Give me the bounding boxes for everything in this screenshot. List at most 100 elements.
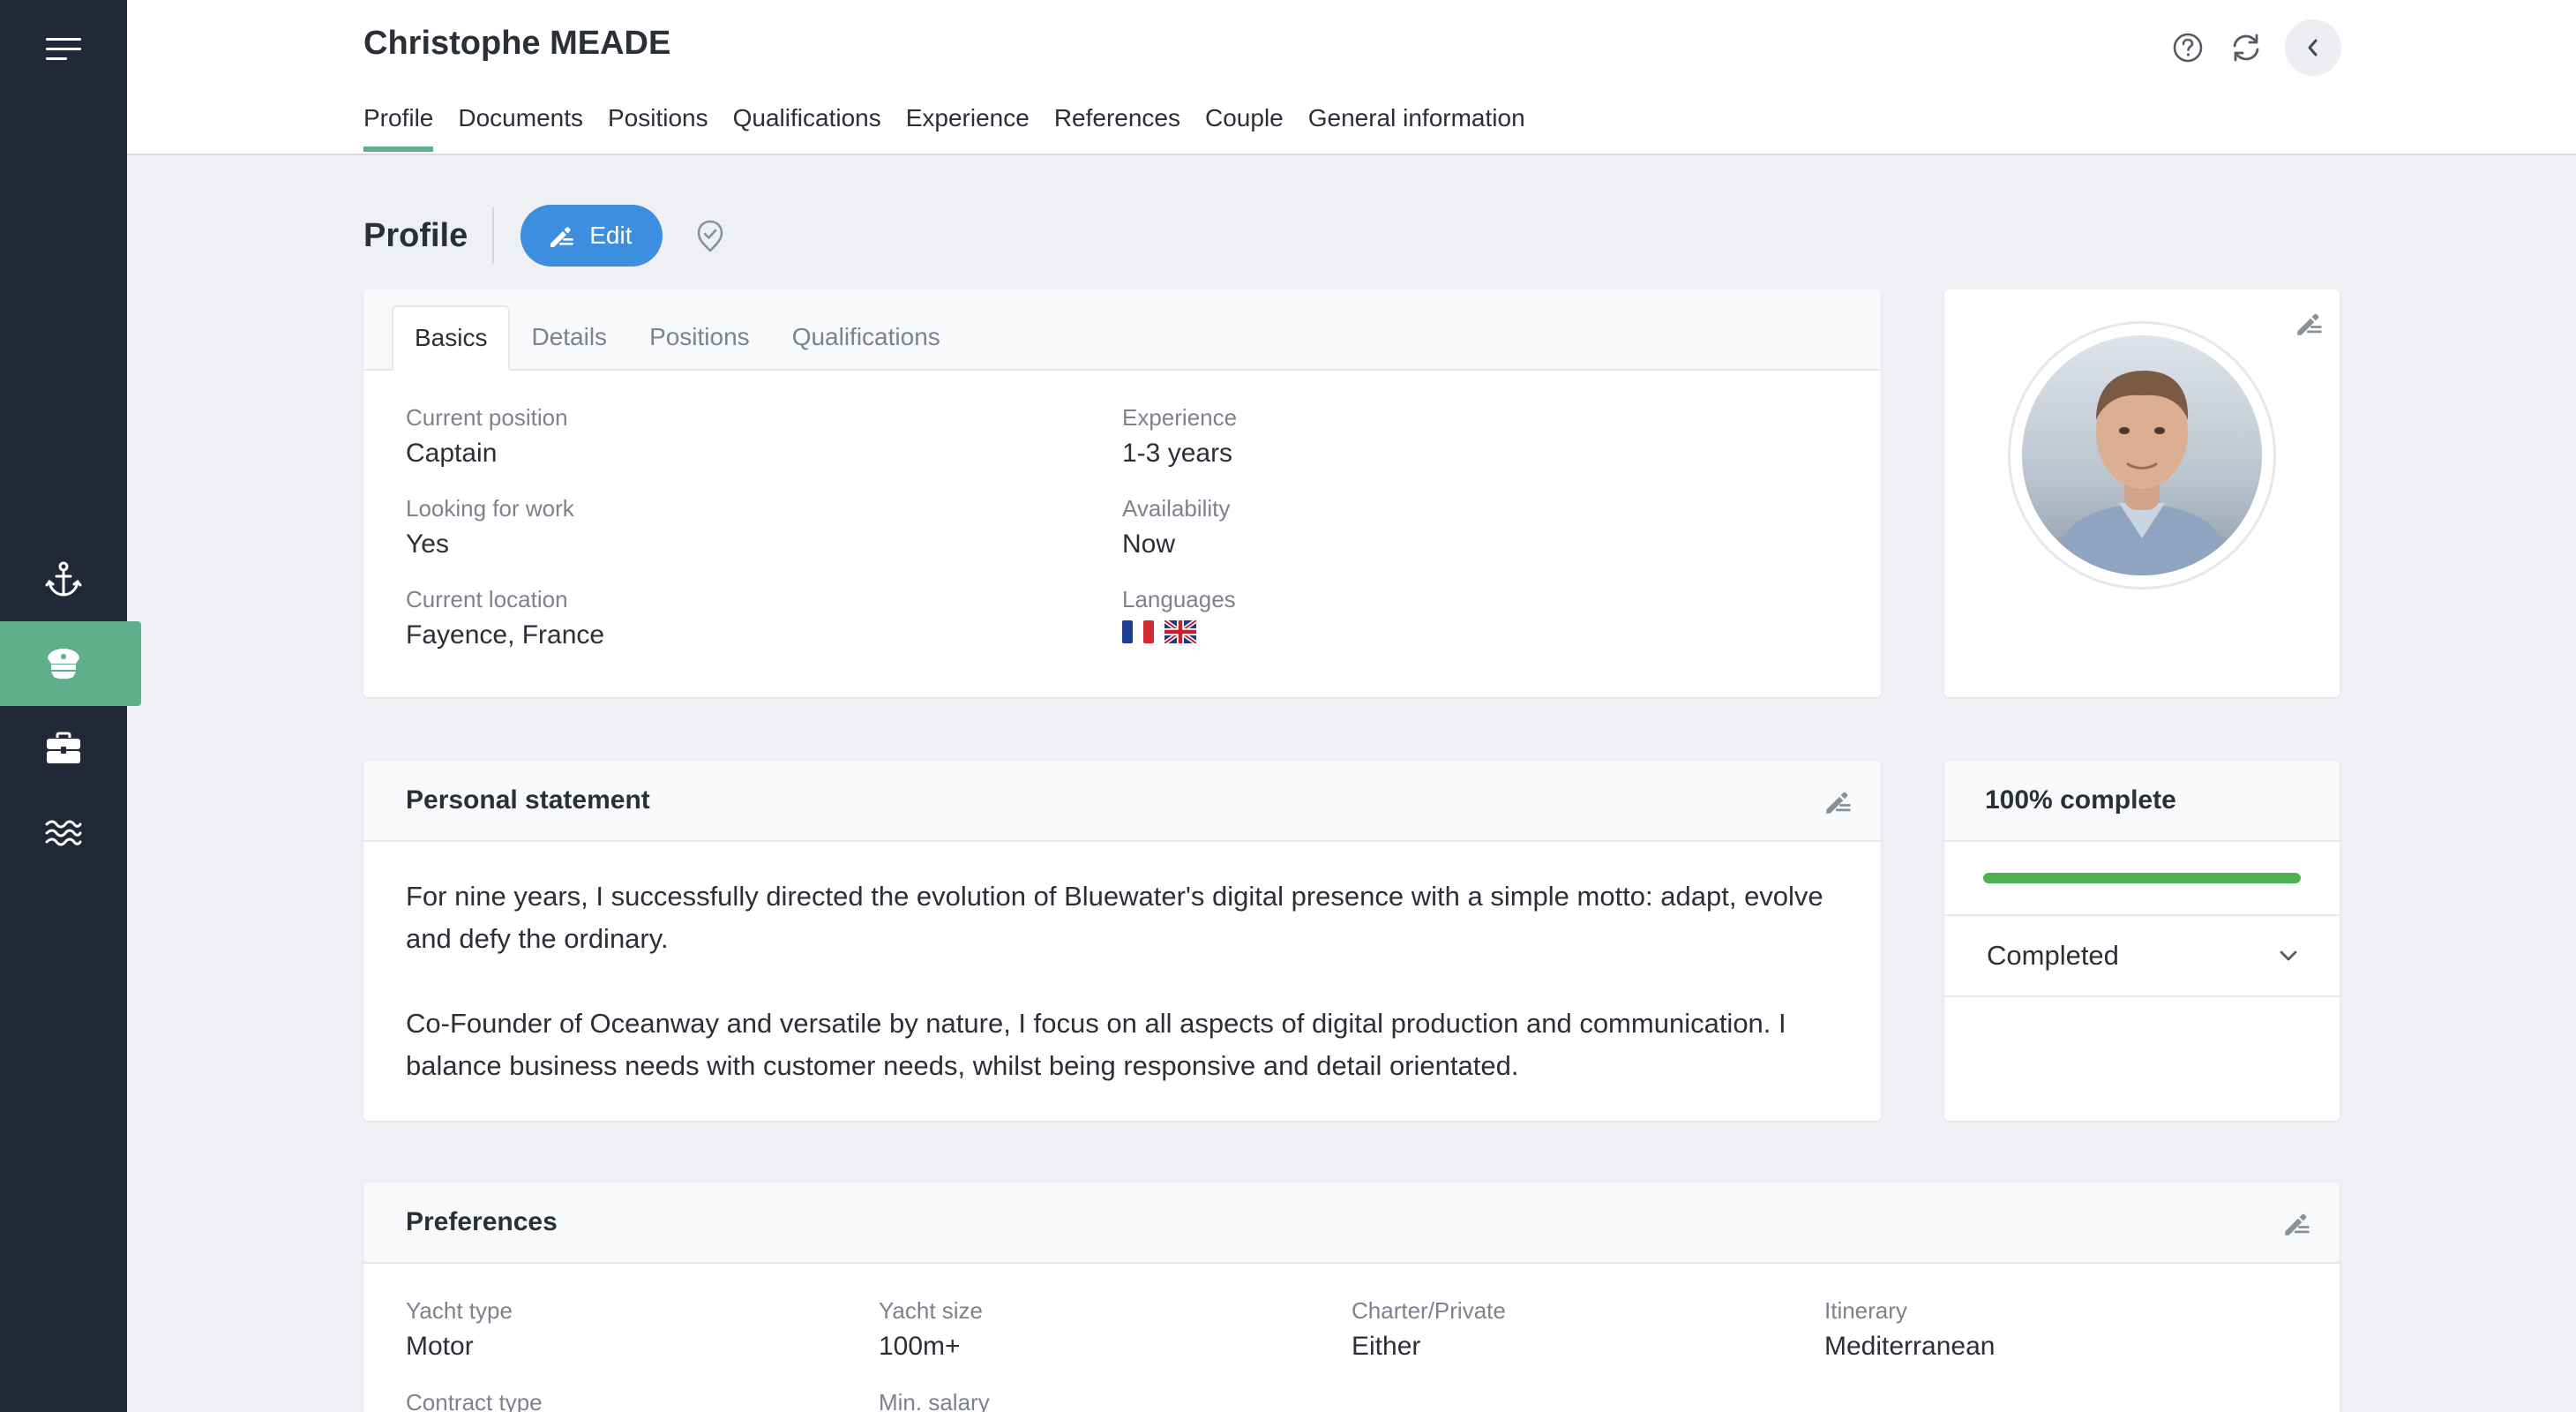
field-value: Now [1122, 530, 1176, 559]
field-yacht-size: Yacht size 100m+ [879, 1297, 983, 1362]
field-charter-private: Charter/Private Either [1352, 1297, 1506, 1362]
field-availability: Availability Now [1122, 495, 1230, 560]
field-label: Current location [406, 586, 568, 612]
edit-button[interactable]: Edit [520, 205, 663, 267]
menu-icon [46, 38, 81, 60]
top-header: Christophe MEADE Profile Documents Posit… [127, 0, 2576, 155]
edit-pen-icon [550, 227, 574, 247]
field-value: 100m+ [879, 1332, 961, 1361]
chevron-down-icon [2280, 950, 2297, 961]
field-value: Yes [406, 530, 449, 559]
field-value: Fayence, France [406, 620, 605, 650]
refresh-button[interactable] [2227, 28, 2265, 67]
briefcase-icon [47, 732, 80, 763]
avatar-photo [2022, 335, 2262, 575]
sidebar-item-anchor[interactable] [0, 537, 127, 621]
avatar [2008, 321, 2276, 590]
preferences-card: Preferences Yacht type Motor Yacht size … [363, 1183, 2340, 1412]
field-value: 1-3 years [1122, 439, 1233, 468]
card-header: 100% complete [1944, 761, 2340, 842]
flag-france-icon [1122, 620, 1154, 643]
edit-preferences-icon[interactable] [2281, 1207, 2313, 1239]
verified-badge-icon[interactable] [693, 218, 728, 253]
main-tabs: Profile Documents Positions Qualificatio… [363, 104, 1538, 152]
field-itinerary: Itinerary Mediterranean [1824, 1297, 1995, 1362]
edit-photo-icon[interactable] [2294, 307, 2325, 339]
edit-statement-icon[interactable] [1823, 785, 1854, 817]
field-label: Experience [1122, 404, 1238, 431]
field-contract-type: Contract type [406, 1389, 543, 1412]
field-label: Charter/Private [1352, 1297, 1506, 1324]
field-looking-for-work: Looking for work Yes [406, 495, 574, 560]
field-yacht-type: Yacht type Motor [406, 1297, 513, 1362]
tab-positions[interactable]: Positions [595, 104, 721, 152]
field-label: Looking for work [406, 495, 574, 522]
back-button[interactable] [2285, 19, 2341, 76]
subtab-basics[interactable]: Basics [392, 305, 511, 371]
edit-button-label: Edit [589, 222, 633, 249]
card-header: Preferences [363, 1183, 2340, 1264]
tab-documents[interactable]: Documents [446, 104, 595, 152]
header-actions [2168, 19, 2341, 76]
field-label: Min. salary [879, 1389, 990, 1412]
card-title: Preferences [406, 1207, 558, 1236]
anchor-icon [45, 561, 82, 597]
menu-button[interactable] [0, 7, 127, 92]
profile-basics-card: Basics Details Positions Qualifications … [363, 289, 1881, 697]
field-label: Current position [406, 404, 568, 431]
field-current-position: Current position Captain [406, 404, 568, 469]
captain-hat-icon [48, 649, 79, 680]
field-value: Captain [406, 439, 498, 468]
field-value: Either [1352, 1332, 1421, 1361]
field-label: Itinerary [1824, 1297, 1907, 1324]
section-header: Profile Edit [363, 205, 728, 267]
help-button[interactable] [2168, 28, 2207, 67]
sidebar-item-crew[interactable] [0, 621, 141, 706]
tab-profile[interactable]: Profile [363, 104, 446, 152]
tab-qualifications[interactable]: Qualifications [721, 104, 894, 152]
field-label: Contract type [406, 1389, 543, 1412]
sidebar [0, 0, 141, 1412]
subtab-positions[interactable]: Positions [628, 305, 771, 369]
tab-couple[interactable]: Couple [1193, 104, 1296, 152]
flag-uk-icon [1164, 620, 1196, 643]
language-flags [1122, 620, 1236, 643]
subtab-qualifications[interactable]: Qualifications [771, 305, 962, 369]
personal-statement-card: Personal statement For nine years, I suc… [363, 761, 1881, 1121]
statement-paragraph: For nine years, I successfully directed … [406, 881, 1823, 954]
field-label: Availability [1122, 495, 1231, 522]
field-label: Languages [1122, 586, 1236, 612]
subtab-details[interactable]: Details [510, 305, 628, 369]
page-title: Christophe MEADE [363, 25, 671, 62]
progress-fill [1983, 873, 2301, 883]
completion-card: 100% complete Completed [1944, 761, 2340, 1121]
tab-experience[interactable]: Experience [894, 104, 1042, 152]
status-dropdown[interactable]: Completed [1944, 916, 2340, 997]
card-title: Personal statement [406, 785, 650, 815]
field-current-location: Current location Fayence, France [406, 586, 604, 650]
field-languages: Languages [1122, 586, 1236, 643]
card-header: Personal statement [363, 761, 1881, 842]
section-title: Profile [363, 216, 468, 254]
field-label: Yacht type [406, 1297, 513, 1324]
progress-bar [1944, 842, 2340, 916]
chevron-left-icon [2308, 39, 2318, 56]
sidebar-item-waves[interactable] [0, 791, 127, 875]
statement-text: For nine years, I successfully directed … [363, 842, 1881, 1087]
status-value: Completed [1987, 940, 2119, 971]
field-value: Motor [406, 1332, 474, 1361]
profile-photo-card [1944, 289, 2340, 697]
tab-references[interactable]: References [1042, 104, 1193, 152]
completion-title: 100% complete [1985, 785, 2176, 815]
tab-general-information[interactable]: General information [1296, 104, 1538, 152]
waves-icon [45, 820, 82, 846]
sidebar-item-jobs[interactable] [0, 706, 127, 791]
field-experience: Experience 1-3 years [1122, 404, 1237, 469]
refresh-icon [2233, 34, 2259, 62]
statement-paragraph: Co-Founder of Oceanway and versatile by … [406, 1008, 1786, 1081]
field-min-salary: Min. salary [879, 1389, 990, 1412]
profile-sub-tabs: Basics Details Positions Qualifications [363, 289, 1881, 371]
progress-track [1983, 873, 2301, 883]
help-icon [2173, 33, 2203, 63]
field-value: Mediterranean [1824, 1332, 1996, 1361]
